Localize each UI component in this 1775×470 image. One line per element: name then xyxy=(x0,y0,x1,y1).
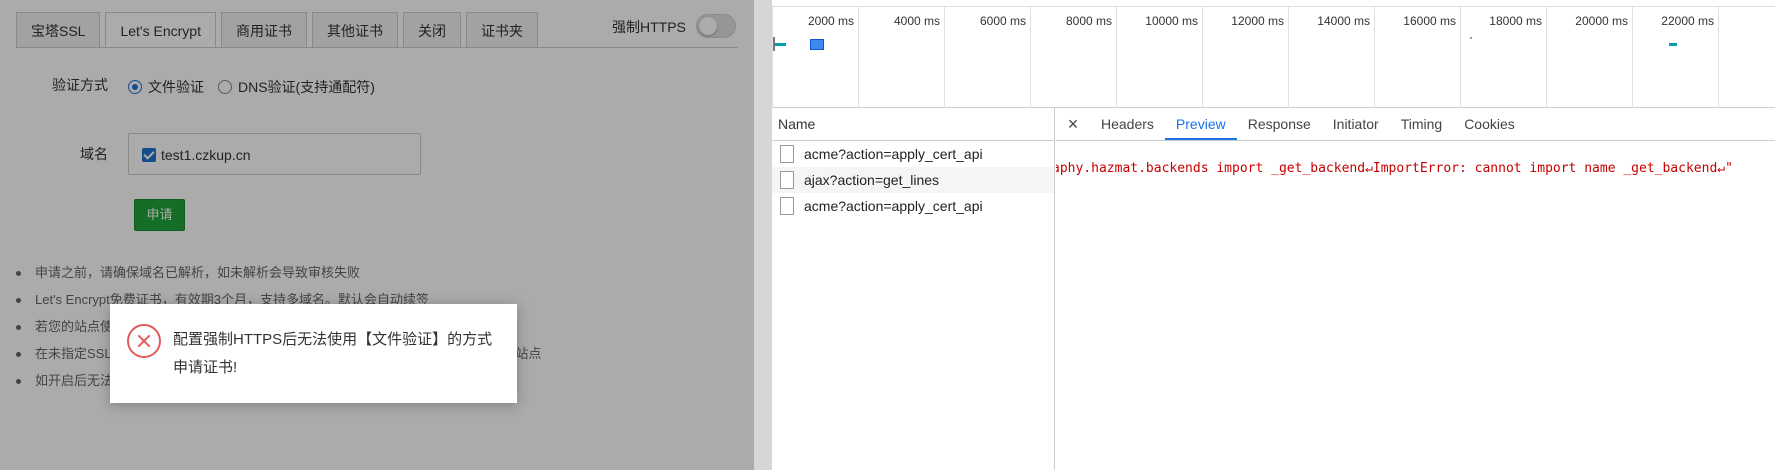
timeline-gridline xyxy=(858,7,859,108)
request-list: Name acme?action=apply_cert_api ajax?act… xyxy=(772,108,1055,470)
timeline-start-marker xyxy=(773,37,775,51)
timeline-tick-label: 14000 ms xyxy=(1317,14,1370,28)
timeline-tick-label: 20000 ms xyxy=(1575,14,1628,28)
tab-initiator[interactable]: Initiator xyxy=(1322,108,1390,140)
timeline-gridline xyxy=(772,7,773,108)
timeline-tick-label: 18000 ms xyxy=(1489,14,1542,28)
request-bar xyxy=(1470,37,1472,39)
preview-content: aphy.hazmat.backends import _get_backend… xyxy=(1056,161,1775,176)
timeline-gridline xyxy=(1288,7,1289,108)
tab-cookies[interactable]: Cookies xyxy=(1453,108,1526,140)
timeline-tick-label: 16000 ms xyxy=(1403,14,1456,28)
error-dialog: 配置强制HTTPS后无法使用【文件验证】的方式申请证书! xyxy=(110,304,517,403)
timeline-gridline xyxy=(1116,7,1117,108)
file-icon xyxy=(780,145,794,163)
timeline-gridline xyxy=(1546,7,1547,108)
timeline-gridline xyxy=(1202,7,1203,108)
file-icon xyxy=(780,197,794,215)
request-bar xyxy=(774,43,786,46)
timeline-gridline xyxy=(1374,7,1375,108)
timeline-tick-label: 22000 ms xyxy=(1661,14,1714,28)
timeline-gridline xyxy=(1718,7,1719,108)
request-name: acme?action=apply_cert_api xyxy=(804,198,983,214)
timeline-tick-label: 2000 ms xyxy=(807,14,854,28)
tab-preview[interactable]: Preview xyxy=(1164,108,1237,140)
devtools-network-panel: 2000 ms 4000 ms 6000 ms 8000 ms 10000 ms 1200… xyxy=(772,0,1775,470)
panel-splitter[interactable] xyxy=(754,0,772,470)
error-message: 配置强制HTTPS后无法使用【文件验证】的方式申请证书! xyxy=(173,331,493,376)
tab-response[interactable]: Response xyxy=(1237,108,1322,140)
network-overview-timeline[interactable]: 2000 ms 4000 ms 6000 ms 8000 ms 10000 ms 1200… xyxy=(772,6,1775,108)
request-name: acme?action=apply_cert_api xyxy=(804,146,983,162)
timeline-gridline xyxy=(944,7,945,108)
timeline-gridline xyxy=(1030,7,1031,108)
request-row[interactable]: ajax?action=get_lines xyxy=(772,167,1054,193)
error-circle-icon xyxy=(127,324,161,358)
timeline-tick-label: 8000 ms xyxy=(1065,14,1112,28)
timeline-tick-label: 12000 ms xyxy=(1231,14,1284,28)
timeline-tick-label: 6000 ms xyxy=(979,14,1026,28)
request-name: ajax?action=get_lines xyxy=(804,172,940,188)
file-icon xyxy=(780,171,794,189)
close-icon[interactable]: × xyxy=(1056,108,1090,140)
name-column-header[interactable]: Name xyxy=(772,108,1054,141)
request-detail: × Headers Preview Response Initiator Tim… xyxy=(1056,108,1775,470)
request-bar xyxy=(1669,43,1677,46)
preview-error-text: aphy.hazmat.backends import _get_backend… xyxy=(1056,161,1733,176)
timeline-gridline xyxy=(1632,7,1633,108)
request-row[interactable]: acme?action=apply_cert_api xyxy=(772,193,1054,219)
detail-tabs: × Headers Preview Response Initiator Tim… xyxy=(1056,108,1775,141)
timeline-tick-label: 4000 ms xyxy=(893,14,940,28)
timeline-gridline xyxy=(1460,7,1461,108)
ssl-panel: 宝塔SSL Let's Encrypt 商用证书 其他证书 关闭 证书夹 强制H… xyxy=(0,0,754,470)
tab-headers[interactable]: Headers xyxy=(1090,108,1165,140)
request-row[interactable]: acme?action=apply_cert_api xyxy=(772,141,1054,167)
tab-timing[interactable]: Timing xyxy=(1390,108,1454,140)
request-bar xyxy=(810,39,824,50)
timeline-tick-label: 10000 ms xyxy=(1145,14,1198,28)
